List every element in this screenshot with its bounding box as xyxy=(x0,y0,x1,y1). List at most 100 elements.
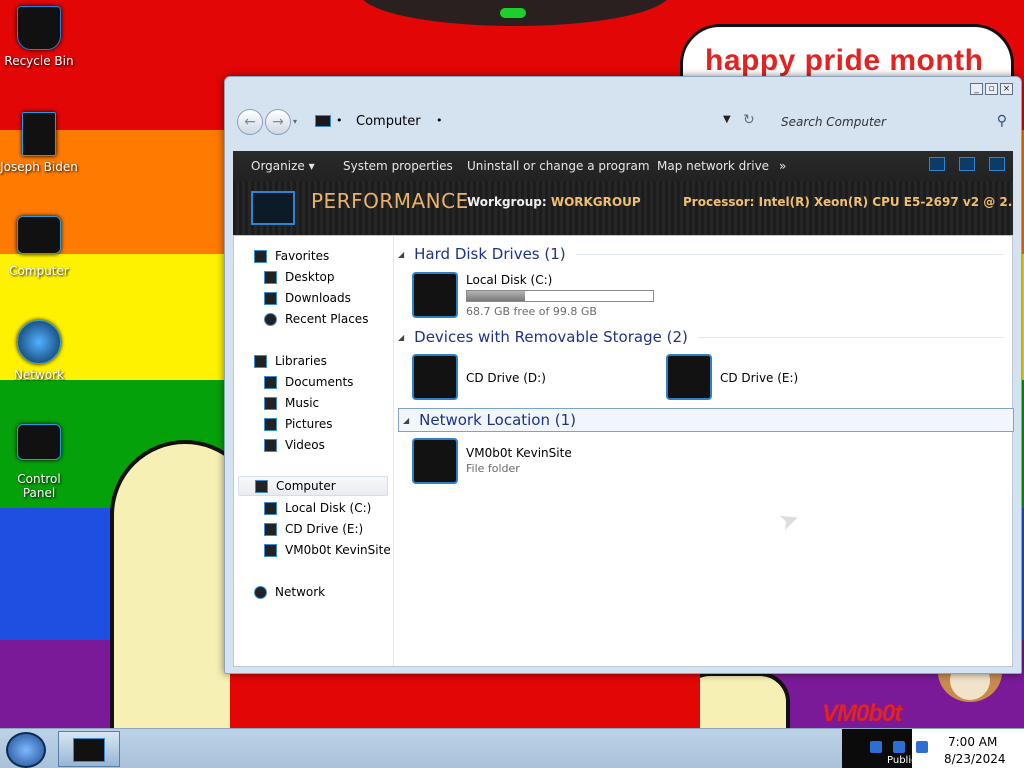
clock-time[interactable]: 7:00 AM xyxy=(948,735,997,749)
collapse-icon[interactable]: ◢ xyxy=(403,416,409,425)
nav-documents[interactable]: Documents xyxy=(264,372,353,392)
nav-computer[interactable]: Computer xyxy=(238,476,388,496)
desktop-icon-recycle-bin[interactable]: Recycle Bin xyxy=(0,6,78,68)
breadcrumb[interactable]: Computer xyxy=(356,114,421,129)
search-input[interactable]: Search Computer ⚲ xyxy=(773,109,1013,135)
desktop-icon-joseph-biden[interactable]: Joseph Biden xyxy=(0,112,78,174)
group-header-hard-disk-drives[interactable]: ◢ Hard Disk Drives (1) xyxy=(398,242,1014,266)
nav-label: CD Drive (E:) xyxy=(285,522,364,536)
volume-tray-icon[interactable] xyxy=(916,741,928,753)
window-controls: _ ▫ × xyxy=(970,83,1013,95)
cd-drive-d-icon[interactable] xyxy=(412,354,458,400)
address-dropdown-icon[interactable]: ▼ xyxy=(723,114,731,125)
recent-places-icon xyxy=(264,312,277,326)
group-header-removable-storage[interactable]: ◢ Devices with Removable Storage (2) xyxy=(398,325,1014,349)
map-network-drive-button[interactable]: Map network drive xyxy=(657,159,769,173)
nav-label: VM0b0t KevinSite xyxy=(285,543,391,557)
nav-label: Network xyxy=(275,585,326,599)
cd-drive-d-name[interactable]: CD Drive (D:) xyxy=(466,371,546,385)
star-icon xyxy=(254,249,267,263)
collapse-icon[interactable]: ◢ xyxy=(398,250,404,259)
nav-music[interactable]: Music xyxy=(264,393,319,413)
tray-app-icon[interactable] xyxy=(870,741,882,753)
nav-local-disk[interactable]: Local Disk (C:) xyxy=(264,498,371,518)
nav-pictures[interactable]: Pictures xyxy=(264,414,333,434)
nav-vm-site[interactable]: VM0b0t KevinSite xyxy=(264,540,391,560)
hard-disk-icon xyxy=(264,501,277,515)
nav-label: Pictures xyxy=(285,417,333,431)
cd-drive-e-icon[interactable] xyxy=(666,354,712,400)
address-row: ← → ▾ • Computer • ▼ ↻ Search Computer ⚲ xyxy=(233,103,1013,139)
nav-recent-places[interactable]: Recent Places xyxy=(264,309,368,329)
change-view-icon[interactable] xyxy=(929,157,945,171)
desktop-icon-network[interactable]: Network xyxy=(0,320,78,382)
desktop-icon-computer[interactable]: Computer xyxy=(0,216,78,278)
local-disk-name[interactable]: Local Disk (C:) xyxy=(466,273,552,287)
desktop-icon xyxy=(264,270,277,284)
recent-pages-dropdown-icon[interactable]: ▾ xyxy=(293,117,297,126)
back-button[interactable]: ← xyxy=(237,109,263,135)
nav-desktop[interactable]: Desktop xyxy=(264,267,335,287)
help-icon[interactable] xyxy=(989,157,1005,171)
nav-network[interactable]: Network xyxy=(254,582,325,602)
breadcrumb-separator[interactable]: • xyxy=(436,114,443,127)
preview-pane-icon[interactable] xyxy=(959,157,975,171)
network-globe-icon xyxy=(17,320,61,364)
view-controls xyxy=(929,157,1005,171)
nav-favorites[interactable]: Favorites xyxy=(254,246,329,266)
nav-label: Videos xyxy=(285,438,325,452)
network-tray-icon[interactable] xyxy=(893,741,905,753)
search-icon[interactable]: ⚲ xyxy=(997,113,1007,129)
computer-icon xyxy=(315,115,331,127)
system-properties-button[interactable]: System properties xyxy=(343,159,453,173)
uninstall-program-button[interactable]: Uninstall or change a program xyxy=(467,159,650,173)
desktop-icon-label: Control Panel xyxy=(17,472,61,500)
downloads-icon xyxy=(264,291,277,305)
desktop-icon-label: Network xyxy=(13,368,65,382)
organize-button[interactable]: Organize ▾ xyxy=(251,159,315,173)
refresh-icon[interactable]: ↻ xyxy=(743,112,755,128)
cd-drive-e-name[interactable]: CD Drive (E:) xyxy=(720,371,798,385)
start-button[interactable] xyxy=(6,732,46,768)
network-icon xyxy=(254,585,267,599)
group-title: Network Location (1) xyxy=(419,411,577,429)
group-title: Devices with Removable Storage (2) xyxy=(414,328,688,346)
computer-icon xyxy=(255,479,268,493)
nav-label: Favorites xyxy=(275,249,330,263)
pictures-icon xyxy=(264,417,277,431)
nav-label: Libraries xyxy=(275,354,327,368)
recycle-bin-icon xyxy=(17,6,61,50)
explorer-window[interactable]: _ ▫ × ← → ▾ • Computer • ▼ ↻ Search Comp… xyxy=(224,76,1022,674)
content-area: Favorites Desktop Downloads Recent Place… xyxy=(233,235,1014,667)
organize-label: Organize xyxy=(251,159,305,173)
videos-icon xyxy=(264,438,277,452)
nav-cd-drive[interactable]: CD Drive (E:) xyxy=(264,519,363,539)
cd-drive-icon xyxy=(264,522,277,536)
close-button[interactable]: × xyxy=(1000,83,1013,95)
nav-downloads[interactable]: Downloads xyxy=(264,288,351,308)
workgroup-value: WORKGROUP xyxy=(550,195,641,209)
clock-date[interactable]: 8/23/2024 xyxy=(944,752,1006,766)
music-icon xyxy=(264,396,277,410)
desktop-icon-control-panel[interactable]: Control Panel xyxy=(0,424,78,500)
watermark-text: VM0b0t xyxy=(822,700,902,727)
wallpaper-green-light xyxy=(500,8,526,18)
collapse-icon[interactable]: ◢ xyxy=(398,333,404,342)
network-folder-icon[interactable] xyxy=(412,438,458,484)
nav-libraries[interactable]: Libraries xyxy=(254,351,327,371)
breadcrumb-separator[interactable]: • xyxy=(336,114,343,127)
group-header-network-location[interactable]: ◢ Network Location (1) xyxy=(398,408,1014,432)
desktop-icon-label: Computer xyxy=(9,264,69,278)
control-panel-icon xyxy=(17,424,61,460)
more-commands-button[interactable]: » xyxy=(779,159,786,173)
minimize-button[interactable]: _ xyxy=(970,83,983,95)
nav-videos[interactable]: Videos xyxy=(264,435,325,455)
maximize-button[interactable]: ▫ xyxy=(985,83,998,95)
hard-disk-icon[interactable] xyxy=(412,272,458,318)
network-location-name[interactable]: VM0b0t KevinSite xyxy=(466,446,572,460)
details-title: PERFORMANCE xyxy=(311,189,469,213)
taskbar-explorer-button[interactable] xyxy=(58,731,120,767)
main-pane: ◢ Hard Disk Drives (1) Local Disk (C:) 6… xyxy=(394,236,1014,666)
forward-button[interactable]: → xyxy=(265,109,291,135)
documents-icon xyxy=(264,375,277,389)
